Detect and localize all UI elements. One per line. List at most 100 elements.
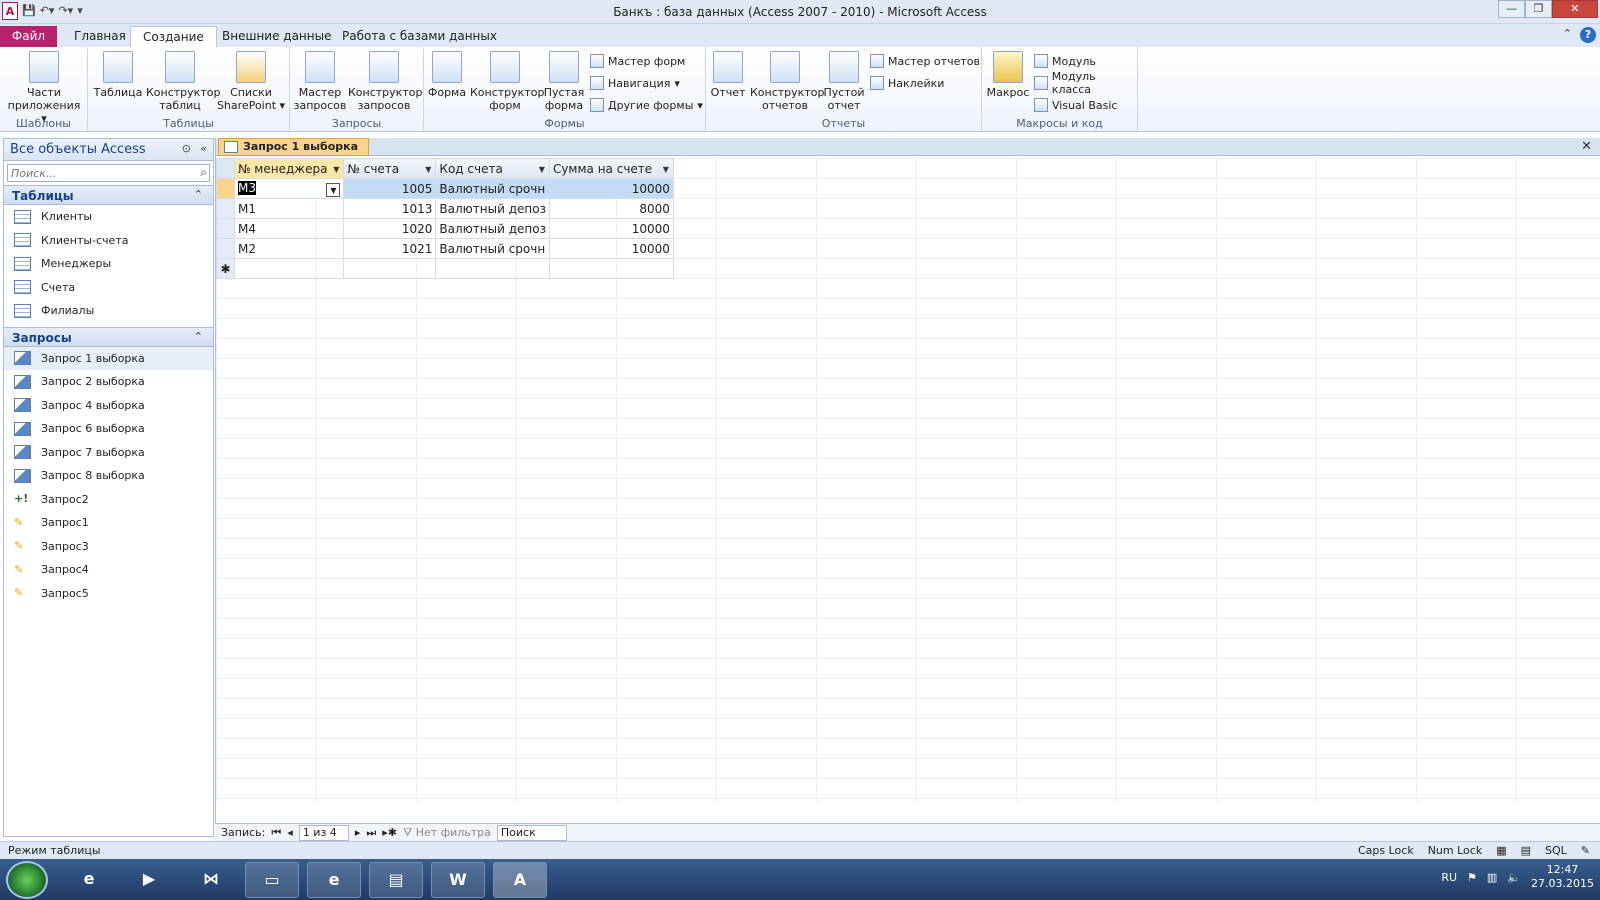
record-search[interactable]: Поиск — [496, 824, 567, 841]
new-record-nav-icon[interactable]: ▸✱ — [382, 826, 397, 839]
table-cell[interactable] — [548, 258, 674, 279]
record-position[interactable]: 1 из 4 — [298, 824, 349, 841]
table-cell[interactable]: 10000 — [548, 238, 674, 259]
query-wizard-button[interactable]: Мастер запросов — [292, 51, 348, 112]
start-button[interactable] — [6, 861, 48, 899]
visual-studio-icon[interactable]: ⋈ — [184, 862, 238, 898]
row-selector[interactable] — [216, 218, 235, 239]
table-cell[interactable]: Валютный депоз — [435, 198, 550, 219]
nav-item-query[interactable]: Запрос 6 выборка — [4, 417, 213, 441]
volume-icon[interactable]: 🔈 — [1507, 871, 1521, 884]
report-wizard-button[interactable]: Мастер отчетов — [870, 52, 980, 70]
tab-file[interactable]: Файл — [0, 26, 57, 47]
tab-create[interactable]: Создание — [130, 26, 217, 47]
nav-item-query[interactable]: Запрос 2 выборка — [4, 370, 213, 394]
nav-section-queries[interactable]: Запросы ⌃ — [4, 326, 213, 347]
minimize-button[interactable]: — — [1498, 0, 1525, 18]
table-cell[interactable]: М2 — [233, 238, 345, 259]
flag-icon[interactable]: ⚑ — [1467, 871, 1477, 884]
column-header[interactable]: № счета ▼ — [343, 158, 437, 179]
network-icon[interactable]: ▥ — [1487, 871, 1497, 884]
form-designer-button[interactable]: Конструктор форм — [470, 51, 544, 112]
nav-item-query[interactable]: +! Запрос2 — [4, 488, 213, 512]
column-header[interactable]: Сумма на счете ▼ — [548, 158, 674, 179]
blank-form-button[interactable]: Пустая форма — [542, 51, 586, 112]
table-cell[interactable]: 1013 — [343, 198, 437, 219]
nav-item-table[interactable]: Филиалы — [4, 299, 213, 323]
table-button[interactable]: Таблица — [92, 51, 144, 99]
nav-header[interactable]: Все объекты Access ⊙ « — [4, 139, 213, 161]
dropdown-icon[interactable]: ▼ — [663, 165, 669, 174]
doc-tab-query1[interactable]: Запрос 1 выборка — [218, 138, 370, 156]
table-cell[interactable]: 1005 — [343, 178, 437, 199]
nav-search-input[interactable] — [8, 165, 188, 181]
nav-item-query[interactable]: Запрос 7 выборка — [4, 441, 213, 465]
media-player-icon[interactable]: ▶ — [122, 862, 176, 898]
table-cell[interactable]: М3 ▼ — [233, 178, 345, 199]
table-cell[interactable]: М4 — [233, 218, 345, 239]
nav-item-query[interactable]: ✎ Запрос1 — [4, 511, 213, 535]
nav-item-query[interactable]: ✎ Запрос4 — [4, 558, 213, 582]
ie-icon[interactable]: e — [62, 862, 116, 898]
table-cell[interactable] — [343, 258, 437, 279]
module-button[interactable]: Модуль — [1034, 52, 1096, 70]
table-cell[interactable] — [233, 258, 345, 279]
nav-collapse-icon[interactable]: « — [200, 142, 207, 155]
nav-item-query[interactable]: Запрос 8 выборка — [4, 464, 213, 488]
table-cell[interactable]: Валютный депоз — [435, 218, 550, 239]
table-cell[interactable]: 8000 — [548, 198, 674, 219]
nav-item-table[interactable]: Менеджеры — [4, 252, 213, 276]
first-record-icon[interactable]: ⏮ — [271, 826, 281, 840]
row-selector[interactable] — [216, 198, 235, 219]
report-button[interactable]: Отчет — [708, 51, 748, 99]
dropdown-icon[interactable]: ▼ — [425, 165, 431, 174]
table-cell[interactable]: Валютный срочн — [435, 238, 550, 259]
sql-view-icon[interactable]: SQL — [1545, 844, 1567, 857]
row-selector[interactable] — [216, 178, 235, 199]
nav-item-table[interactable]: Клиенты-счета — [4, 229, 213, 253]
help-icon[interactable]: ? — [1580, 27, 1596, 43]
prev-record-icon[interactable]: ◂ — [287, 826, 293, 839]
ribbon-minimize-icon[interactable]: ⌃ — [1563, 27, 1572, 43]
word-icon[interactable]: W — [431, 862, 485, 898]
combo-dropdown-icon[interactable]: ▼ — [326, 182, 341, 197]
macro-button[interactable]: Макрос — [984, 51, 1032, 99]
tab-external-data[interactable]: Внешние данные — [210, 26, 343, 47]
nav-item-query[interactable]: Запрос 1 выборка — [4, 346, 213, 370]
nav-item-query[interactable]: Запрос 4 выборка — [4, 394, 213, 418]
dropdown-icon[interactable]: ▼ — [539, 165, 545, 174]
new-record-row[interactable]: ✱ — [216, 258, 674, 279]
table-cell[interactable]: 10000 — [548, 178, 674, 199]
last-record-icon[interactable]: ⏭ — [366, 826, 376, 840]
nav-section-tables[interactable]: Таблицы ⌃ — [4, 185, 213, 205]
select-all[interactable] — [216, 158, 235, 179]
nav-item-query[interactable]: ✎ Запрос3 — [4, 535, 213, 559]
table-row[interactable]: М4 1020 Валютный депоз 10000 — [216, 218, 674, 239]
pivot-view-icon[interactable]: ▤ — [1521, 844, 1531, 857]
table-cell[interactable]: М1 — [233, 198, 345, 219]
tab-home[interactable]: Главная — [62, 26, 138, 47]
table-designer-button[interactable]: Конструктор таблиц — [146, 51, 220, 112]
nav-item-table[interactable]: Счета — [4, 276, 213, 300]
nav-item-query[interactable]: ✎ Запрос5 — [4, 582, 213, 606]
restore-button[interactable]: ❐ — [1525, 0, 1552, 18]
table-cell[interactable]: 1020 — [343, 218, 437, 239]
tab-database-tools[interactable]: Работа с базами данных — [330, 26, 509, 47]
nav-menu-icon[interactable]: ⊙ — [182, 142, 191, 155]
table-row[interactable]: М3 ▼ 1005 Валютный срочн 10000 — [216, 178, 674, 199]
report-designer-button[interactable]: Конструктор отчетов — [750, 51, 824, 112]
other-forms-button[interactable]: Другие формы ▾ — [590, 96, 703, 114]
table-row[interactable]: М1 1013 Валютный депоз 8000 — [216, 198, 674, 219]
document-icon[interactable]: ▤ — [369, 862, 423, 898]
visual-basic-button[interactable]: Visual Basic — [1034, 96, 1117, 114]
column-header[interactable]: № менеджера ▼ — [233, 158, 345, 179]
datasheet-view-icon[interactable]: ▦ — [1496, 844, 1506, 857]
class-module-button[interactable]: Модуль класса — [1034, 70, 1137, 96]
close-doc-icon[interactable]: ✕ — [1581, 139, 1592, 154]
nav-item-table[interactable]: Клиенты — [4, 205, 213, 229]
table-cell[interactable]: Валютный срочн — [435, 178, 550, 199]
labels-button[interactable]: Наклейки — [870, 74, 944, 92]
filter-icon[interactable]: ⛛ Нет фильтра — [403, 826, 491, 840]
table-row[interactable]: М2 1021 Валютный срочн 10000 — [216, 238, 674, 259]
table-cell[interactable]: 10000 — [548, 218, 674, 239]
